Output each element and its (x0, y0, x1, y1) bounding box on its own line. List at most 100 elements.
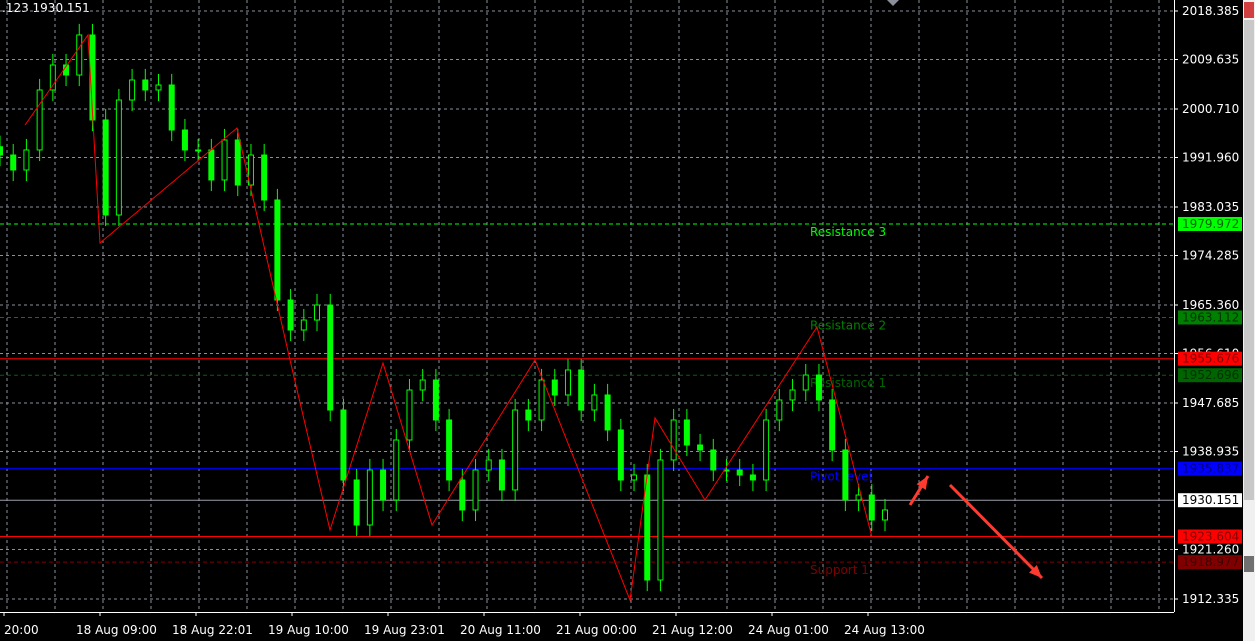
candle-body (76, 34, 83, 76)
arrow-shaft (948, 483, 1044, 580)
candle-body (631, 474, 638, 481)
x-tick-label: 24 Aug 13:00 (844, 623, 925, 637)
candle-body (366, 469, 373, 526)
level-price-label: 1955.676 (1182, 352, 1239, 366)
candle-body (855, 494, 862, 501)
candle-body (578, 369, 585, 411)
candle-body (670, 419, 677, 461)
x-tick-label: 18 Aug 09:00 (76, 623, 157, 637)
y-tick-label: 1947.685 (1182, 396, 1239, 410)
candle-body (498, 459, 505, 491)
candle-body (683, 419, 690, 446)
candle-body (314, 304, 321, 321)
level-name: Resistance 2 (810, 318, 886, 332)
candle-body (327, 304, 334, 411)
candle-body (736, 469, 743, 476)
candle-body (697, 444, 704, 451)
level-price-label: 1930.151 (1182, 493, 1239, 507)
candle-body (802, 374, 809, 391)
candle-body (591, 394, 598, 411)
candle-body (274, 199, 281, 301)
level-price-label: 1952.696 (1182, 368, 1239, 382)
candle-body (10, 154, 17, 171)
candle-body (564, 369, 571, 396)
level-name: Resistance 3 (810, 225, 886, 239)
scroll-right-button[interactable] (1244, 556, 1254, 572)
candle-body (155, 84, 162, 91)
candle-body (0, 146, 3, 156)
level-name: Pivot level (810, 470, 872, 484)
price-chart[interactable]: 2018.385 2009.635 2000.710 1991.960 1983.035… (0, 0, 1243, 641)
candle-body (221, 139, 228, 181)
candle-body (36, 89, 43, 151)
candle-body (512, 409, 519, 491)
candle-body (657, 459, 664, 581)
candle-body (234, 139, 241, 186)
candle-body (129, 79, 136, 101)
y-tick-label: 1991.960 (1182, 151, 1239, 165)
scroll-up-button[interactable] (1244, 2, 1254, 18)
candle-body (393, 439, 400, 501)
candle-body (419, 379, 426, 391)
candle-body (749, 474, 756, 481)
y-tick-label: 2000.710 (1182, 102, 1239, 116)
x-tick-label: 20:00 (4, 623, 39, 637)
candle-body (763, 419, 770, 481)
candle-body (525, 409, 532, 421)
candle-body (446, 419, 453, 481)
y-tick-label: 1983.035 (1182, 200, 1239, 214)
candle-body (485, 459, 492, 471)
level-price-label: 1918.977 (1182, 555, 1239, 569)
y-tick-label: 2018.385 (1182, 4, 1239, 18)
candle-body (168, 84, 175, 131)
candle-body (432, 379, 439, 421)
vertical-scrollbar[interactable] (1243, 0, 1255, 641)
y-tick-label: 1912.335 (1182, 592, 1239, 606)
candle-body (115, 99, 122, 216)
x-tick-label: 21 Aug 00:00 (556, 623, 637, 637)
candle-body (208, 149, 215, 181)
candle-body (789, 389, 796, 401)
candle-body (142, 79, 149, 91)
candle-body (23, 149, 30, 171)
candle-body (472, 469, 479, 511)
candle-body (261, 154, 268, 201)
level-price-label: 1935.837 (1182, 462, 1239, 476)
candle-body (868, 494, 875, 521)
candle-body (842, 449, 849, 501)
level-name: Support 1 (810, 563, 869, 577)
chart-shift-marker-icon (887, 0, 899, 6)
y-tick-label: 1938.935 (1182, 445, 1239, 459)
candle-body (538, 379, 545, 421)
candle-body (353, 479, 360, 526)
candle-body (459, 479, 466, 511)
candle-body (776, 399, 783, 421)
candle-body (340, 409, 347, 481)
candle-body (710, 449, 717, 471)
x-tick-label: 21 Aug 12:00 (652, 623, 733, 637)
candle-body (380, 469, 387, 501)
candle-body (815, 374, 822, 401)
level-price-label: 1979.972 (1182, 217, 1239, 231)
candle-body (102, 119, 109, 216)
y-tick-label: 1974.285 (1182, 249, 1239, 263)
x-tick-label: 19 Aug 23:01 (364, 623, 445, 637)
candle-body (406, 389, 413, 441)
y-tick-label: 2009.635 (1182, 53, 1239, 67)
x-tick-label: 19 Aug 10:00 (268, 623, 349, 637)
candle-body (604, 394, 611, 431)
candle-body (882, 509, 888, 521)
candle-body (829, 399, 836, 451)
level-price-label: 1923.604 (1182, 530, 1239, 544)
candle-body (287, 299, 294, 331)
candle-body (300, 319, 307, 331)
candle-body (181, 129, 188, 151)
candle-body (195, 149, 202, 152)
candle-body (617, 429, 624, 481)
candle-body (551, 379, 558, 396)
level-price-label: 1963.112 (1182, 310, 1239, 324)
x-tick-label: 20 Aug 11:00 (460, 623, 541, 637)
x-tick-label: 24 Aug 01:00 (748, 623, 829, 637)
scrollbar-thumb[interactable] (1244, 20, 1254, 500)
x-tick-label: 18 Aug 22:01 (172, 623, 253, 637)
